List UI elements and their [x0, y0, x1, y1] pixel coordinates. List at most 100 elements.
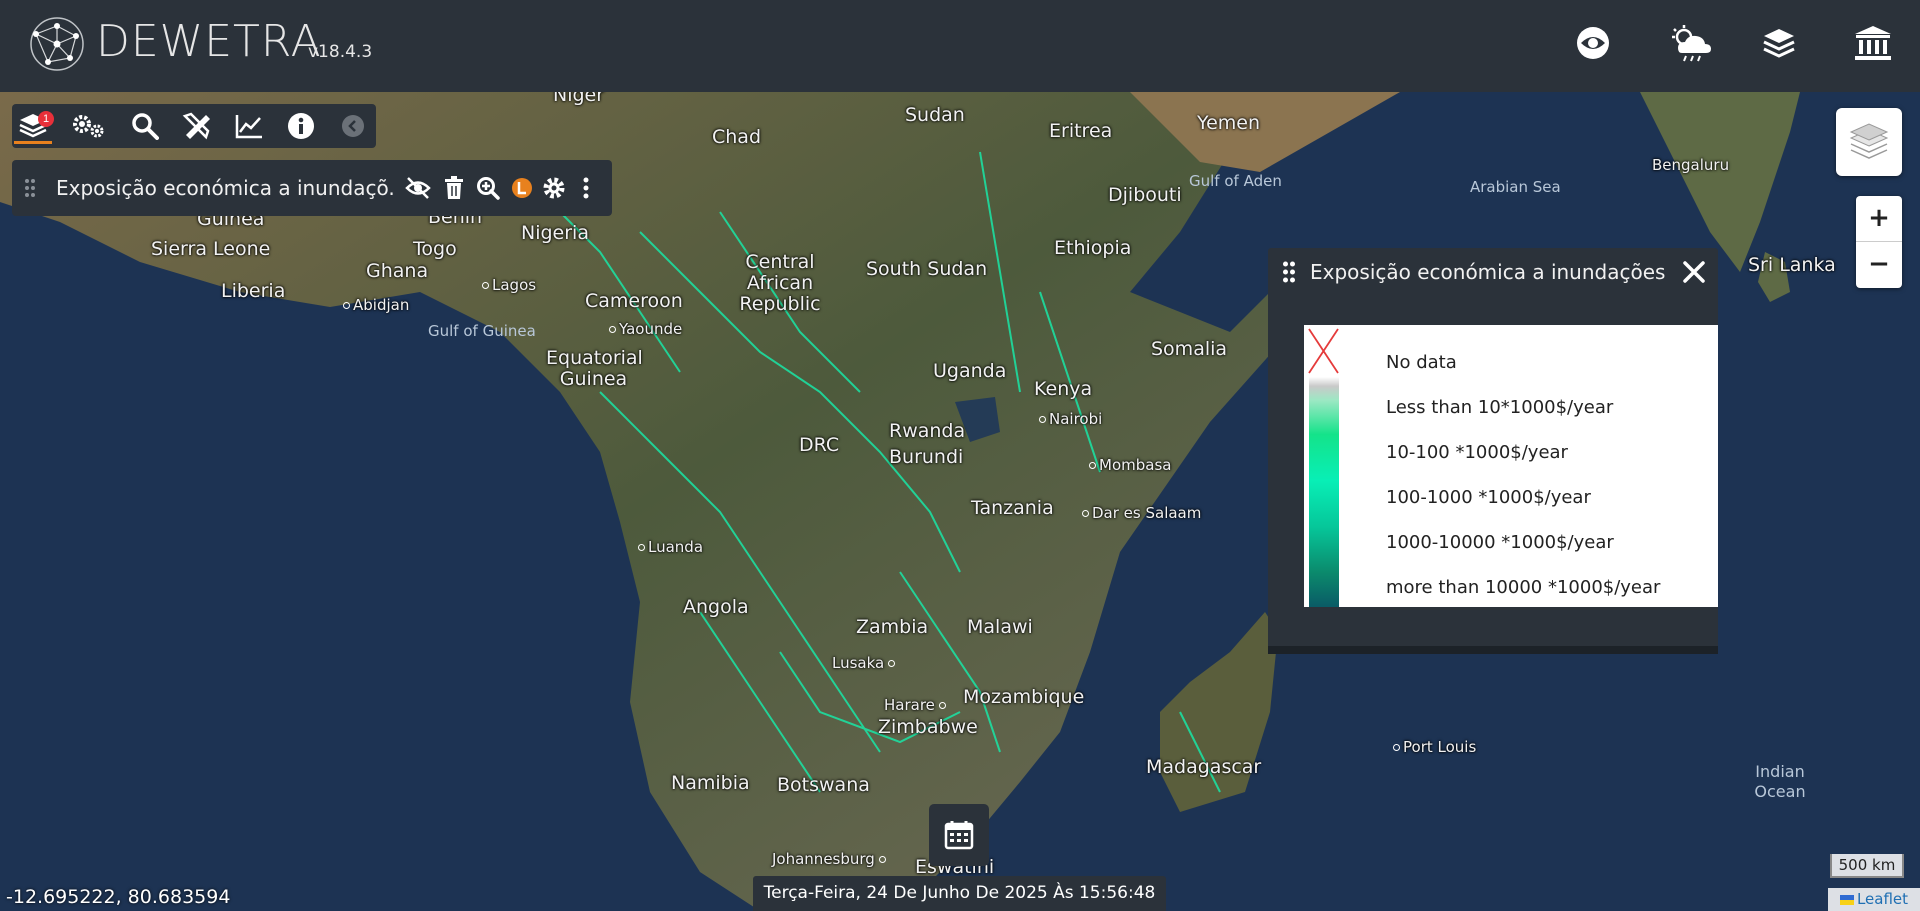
layer-count-badge: 1 [38, 111, 54, 127]
city-dot [1393, 744, 1400, 751]
basemap-switch-button[interactable] [1836, 108, 1902, 176]
dewetra-logo [30, 17, 84, 71]
settings-button[interactable] [70, 108, 108, 144]
map-label-country: Somalia [1151, 338, 1228, 360]
calendar-icon [944, 821, 974, 850]
search-icon [132, 113, 159, 140]
city-name: Harare [884, 696, 935, 714]
legend-panel: Exposição económica a inundações No data [1268, 248, 1718, 654]
legend-scrollbar[interactable] [1268, 646, 1718, 654]
city-dot [938, 702, 946, 709]
legend-item: 1000-10000 *1000$/year [1386, 532, 1614, 553]
zoom-to-layer-button[interactable] [474, 174, 502, 202]
layers-stack-icon[interactable] [1754, 20, 1804, 66]
eye-icon[interactable] [1568, 20, 1618, 66]
weather-icon[interactable] [1666, 20, 1716, 66]
institution-icon[interactable] [1848, 20, 1898, 66]
map-label-country: Madagascar [1146, 756, 1262, 778]
map-label-country: Niger [553, 92, 605, 106]
map-label-country: Zimbabwe [878, 716, 978, 738]
city-dot [1039, 416, 1046, 423]
map-label-country: Mozambique [963, 686, 1085, 708]
city-dot [878, 856, 886, 863]
map-label-country: Djibouti [1108, 184, 1182, 206]
city-dot [609, 326, 616, 333]
map-label-country: Sierra Leone [151, 238, 271, 260]
map-label-city: Harare [884, 696, 949, 714]
map-label-city: Nairobi [1039, 410, 1102, 428]
city-dot [1082, 510, 1089, 517]
map-label-sea: Gulf of Aden [1189, 172, 1282, 190]
app-brand: DEWETRA [96, 16, 322, 67]
city-name: Lusaka [832, 654, 885, 672]
close-icon[interactable] [1678, 256, 1710, 288]
map-label-country: South Sudan [866, 258, 988, 280]
chart-line-icon [235, 115, 262, 139]
map-label-country: Uganda [933, 360, 1007, 382]
legend-header: Exposição económica a inundações [1268, 248, 1718, 294]
attribution-link[interactable]: Leaflet [1857, 890, 1908, 908]
active-layer-row[interactable]: Exposição económica a inundaçõ... [12, 160, 612, 216]
ukraine-flag-icon [1839, 894, 1854, 905]
map-label-city: Lagos [482, 276, 536, 294]
chart-button[interactable] [230, 108, 268, 144]
more-vertical-icon [583, 177, 589, 199]
map-label-country: Togo [413, 238, 457, 260]
city-name: Luanda [648, 538, 704, 556]
drag-handle-icon[interactable] [24, 178, 36, 198]
map-label-country: Central African Republic [739, 251, 821, 315]
map-label-sea: Arabian Sea [1470, 178, 1561, 196]
city-dot [1089, 462, 1096, 469]
zoom-in-button[interactable]: + [1856, 196, 1902, 242]
calendar-button[interactable] [929, 804, 989, 866]
no-data-x-icon [1308, 328, 1339, 374]
delete-layer-button[interactable] [440, 174, 468, 202]
current-datetime[interactable]: Terça-Feira, 24 De Junho De 2025 Às 15:5… [753, 876, 1166, 911]
map-label-country: Angola [683, 596, 749, 618]
map-label-city: Johannesburg [772, 850, 889, 868]
drag-handle-icon[interactable] [1282, 260, 1296, 284]
legend-item: Less than 10*1000$/year [1386, 397, 1614, 418]
map-label-country: Liberia [221, 280, 286, 302]
map-label-country: Kenya [1034, 378, 1093, 400]
layer-settings-button[interactable] [540, 174, 568, 202]
map-label-city: Lusaka [832, 654, 898, 672]
tools-button[interactable] [178, 108, 216, 144]
map-label-country: Eritrea [1049, 120, 1113, 142]
map-label-country: Sudan [905, 104, 965, 126]
legend-l-icon [512, 178, 532, 198]
layer-title: Exposição económica a inundaçõ... [56, 176, 396, 200]
map-label-city: Abidjan [343, 296, 409, 314]
scale-bar: 500 km [1830, 854, 1904, 878]
map-label-country: Zambia [856, 616, 929, 638]
eye-slash-icon [405, 177, 431, 199]
search-button[interactable] [126, 108, 164, 144]
tools-icon [182, 112, 210, 140]
city-name: Lagos [492, 276, 537, 294]
city-name: Yaounde [619, 320, 683, 338]
map-label-city: Dar es Salaam [1082, 504, 1201, 522]
zoom-in-icon [477, 177, 500, 200]
city-name: Johannesburg [772, 850, 875, 868]
collapse-toolbar-button[interactable] [334, 108, 372, 144]
map-label-country: Equatorial Guinea [546, 347, 643, 390]
city-name: Dar es Salaam [1092, 504, 1202, 522]
city-dot [482, 282, 489, 289]
zoom-out-button[interactable]: − [1856, 242, 1902, 287]
legend-item: 10-100 *1000$/year [1386, 442, 1568, 463]
app-header: DEWETRA v18.4.3 [0, 0, 1920, 92]
city-dot [343, 302, 350, 309]
leaflet-attribution[interactable]: Leaflet [1828, 888, 1920, 911]
layer-more-button[interactable] [572, 174, 600, 202]
legend-item: 100-1000 *1000$/year [1386, 487, 1591, 508]
city-name: Abidjan [353, 296, 410, 314]
legend-toggle-button[interactable] [508, 174, 536, 202]
gear-icon [543, 177, 565, 199]
collapse-icon [342, 115, 364, 137]
map-label-country: DRC [799, 434, 840, 456]
info-button[interactable] [282, 108, 320, 144]
hide-layer-button[interactable] [404, 174, 432, 202]
layers-button[interactable]: 1 [14, 108, 54, 144]
map-label-country: Ghana [366, 260, 429, 282]
trash-icon [445, 176, 463, 199]
